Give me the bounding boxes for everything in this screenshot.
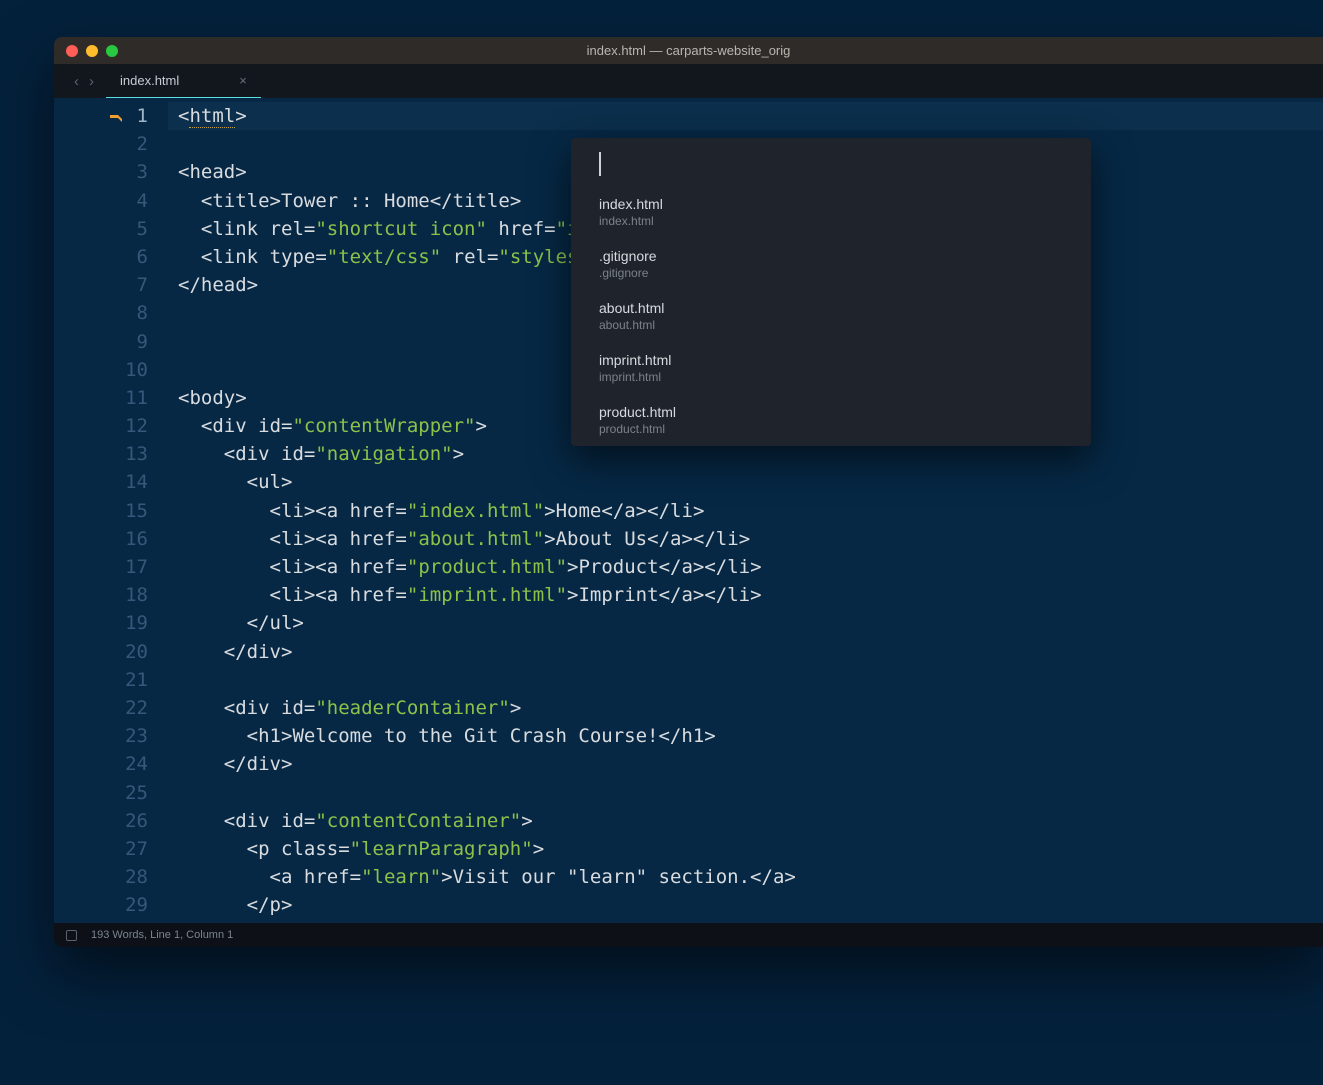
palette-result-subtitle: .gitignore	[599, 266, 1073, 280]
code-line[interactable]: <div id="contentContainer">	[168, 807, 1323, 835]
line-number[interactable]: 28	[54, 863, 168, 891]
palette-result-title: .gitignore	[599, 248, 1073, 264]
line-number[interactable]: 12	[54, 412, 168, 440]
code-line[interactable]: </p>	[168, 891, 1323, 919]
line-number[interactable]: 20	[54, 638, 168, 666]
code-line[interactable]: </div>	[168, 638, 1323, 666]
line-number[interactable]: 26	[54, 807, 168, 835]
code-line[interactable]	[168, 666, 1323, 694]
statusbar: 193 Words, Line 1, Column 1	[54, 923, 1323, 947]
palette-result-subtitle: about.html	[599, 318, 1073, 332]
maximize-window-button[interactable]	[106, 45, 118, 57]
code-line[interactable]: <a href="learn">Visit our "learn" sectio…	[168, 863, 1323, 891]
code-line[interactable]: <html>	[168, 102, 1323, 130]
line-number[interactable]: 21	[54, 666, 168, 694]
minimize-window-button[interactable]	[86, 45, 98, 57]
code-line[interactable]: <li><a href="product.html">Product</a></…	[168, 553, 1323, 581]
line-number[interactable]: 24	[54, 750, 168, 778]
line-number[interactable]: 27	[54, 835, 168, 863]
statusbar-panel-icon[interactable]	[66, 930, 77, 941]
line-number[interactable]: 15	[54, 497, 168, 525]
line-number[interactable]: 10	[54, 356, 168, 384]
gutter: 1234567891011121314151617181920212223242…	[54, 98, 168, 923]
line-number[interactable]: 7	[54, 271, 168, 299]
palette-result-title: index.html	[599, 196, 1073, 212]
code-line[interactable]: </ul>	[168, 609, 1323, 637]
line-number[interactable]: 22	[54, 694, 168, 722]
line-number[interactable]: 14	[54, 468, 168, 496]
code-line[interactable]: <li><a href="imprint.html">Imprint</a></…	[168, 581, 1323, 609]
quick-open-palette[interactable]: index.htmlindex.html.gitignore.gitignore…	[571, 138, 1091, 446]
palette-result-title: imprint.html	[599, 352, 1073, 368]
palette-result-item[interactable]: imprint.html imprint.html	[571, 342, 1091, 394]
line-number[interactable]: 5	[54, 215, 168, 243]
line-number[interactable]: 23	[54, 722, 168, 750]
palette-result-item[interactable]: product.html product.html	[571, 394, 1091, 446]
code-line[interactable]: <div id="headerContainer">	[168, 694, 1323, 722]
traffic-lights	[66, 45, 118, 57]
line-number[interactable]: 25	[54, 779, 168, 807]
line-number[interactable]: 19	[54, 609, 168, 637]
tab-label: index.html	[120, 73, 179, 88]
line-number[interactable]: 1	[54, 102, 168, 130]
line-number[interactable]: 8	[54, 299, 168, 327]
palette-input[interactable]	[571, 138, 1091, 186]
palette-results: index.htmlindex.html.gitignore.gitignore…	[571, 186, 1091, 446]
line-number[interactable]: 18	[54, 581, 168, 609]
line-number[interactable]: 6	[54, 243, 168, 271]
code-line[interactable]: <h1>Welcome to the Git Crash Course!</h1…	[168, 722, 1323, 750]
code-line[interactable]: </div>	[168, 750, 1323, 778]
palette-result-subtitle: index.html	[599, 214, 1073, 228]
palette-result-item[interactable]: about.html about.html	[571, 290, 1091, 342]
statusbar-text: 193 Words, Line 1, Column 1	[91, 929, 233, 941]
nav-forward-button[interactable]: ›	[89, 73, 94, 90]
line-number[interactable]: 13	[54, 440, 168, 468]
palette-result-subtitle: product.html	[599, 422, 1073, 436]
text-caret-icon	[599, 152, 601, 176]
code-line[interactable]: <ul>	[168, 468, 1323, 496]
line-number[interactable]: 4	[54, 187, 168, 215]
line-number[interactable]: 9	[54, 328, 168, 356]
code-line[interactable]: <li><a href="about.html">About Us</a></l…	[168, 525, 1323, 553]
nav-back-button[interactable]: ‹	[74, 73, 79, 90]
palette-result-item[interactable]: index.html index.html	[571, 186, 1091, 238]
bookmark-icon[interactable]	[108, 109, 122, 123]
line-number[interactable]: 11	[54, 384, 168, 412]
close-window-button[interactable]	[66, 45, 78, 57]
palette-result-title: about.html	[599, 300, 1073, 316]
tab-index-html[interactable]: index.html ×	[106, 64, 261, 98]
tab-close-icon[interactable]: ×	[239, 73, 247, 88]
palette-result-title: product.html	[599, 404, 1073, 420]
line-number[interactable]: 3	[54, 158, 168, 186]
window-title: index.html — carparts-website_orig	[54, 43, 1323, 58]
palette-result-subtitle: imprint.html	[599, 370, 1073, 384]
line-number[interactable]: 29	[54, 891, 168, 919]
line-number[interactable]: 17	[54, 553, 168, 581]
tabbar: ‹ › index.html ×	[54, 64, 1323, 98]
line-number[interactable]: 2	[54, 130, 168, 158]
titlebar: index.html — carparts-website_orig	[54, 37, 1323, 64]
code-line[interactable]: <li><a href="index.html">Home</a></li>	[168, 497, 1323, 525]
code-line[interactable]	[168, 779, 1323, 807]
nav-arrows: ‹ ›	[54, 64, 106, 98]
code-line[interactable]: <p class="learnParagraph">	[168, 835, 1323, 863]
editor-window: index.html — carparts-website_orig ‹ › i…	[54, 37, 1323, 947]
palette-result-item[interactable]: .gitignore .gitignore	[571, 238, 1091, 290]
line-number[interactable]: 16	[54, 525, 168, 553]
